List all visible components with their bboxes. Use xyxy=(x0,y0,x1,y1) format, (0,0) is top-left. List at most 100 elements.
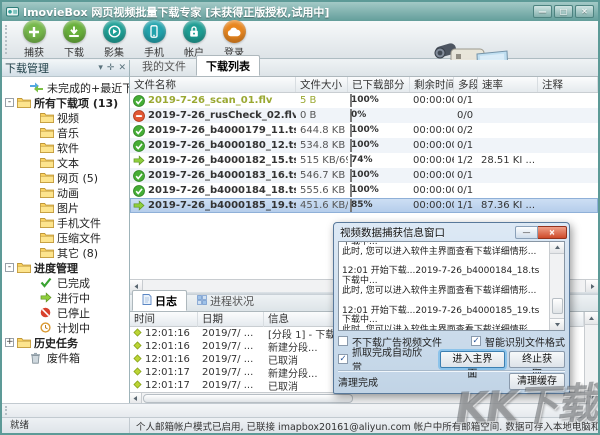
dialog-close-button[interactable]: ✕ xyxy=(538,226,567,239)
close-panel-icon[interactable]: ✕ xyxy=(118,63,126,73)
smart-format-checkbox[interactable]: ✓ xyxy=(471,336,481,346)
folder-icon xyxy=(40,142,55,153)
pin-icon[interactable]: ✛ xyxy=(107,63,115,73)
col-speed[interactable]: 速率 xyxy=(478,77,538,92)
sidebar-tree-item[interactable]: 音乐 xyxy=(2,125,129,140)
tree-expander[interactable]: - xyxy=(5,263,14,272)
tree-expander[interactable] xyxy=(28,278,37,287)
tree-expander[interactable] xyxy=(28,218,37,227)
toolbar-button[interactable]: 影集 xyxy=(94,20,134,59)
col-filename[interactable]: 文件名称 xyxy=(130,77,296,92)
sidebar-tree-item[interactable]: 文本 xyxy=(2,155,129,170)
table-row[interactable]: 2019-7-26_b4000180_12.ts 534.8 KB 100% 0… xyxy=(130,138,598,153)
table-row[interactable]: 2019-7-26_b4000183_16.ts 546.7 KB 100% 0… xyxy=(130,168,598,183)
sidebar-tree-item[interactable]: 进行中 xyxy=(2,290,129,305)
clear-cache-button[interactable]: 清理缓存 xyxy=(509,373,565,390)
log-scroll-up-icon[interactable] xyxy=(585,312,598,325)
tab[interactable]: 下载列表 xyxy=(196,55,260,76)
auto-play-checkbox[interactable]: ✓ xyxy=(338,354,348,364)
sidebar-tree-item[interactable]: 计划中 xyxy=(2,320,129,335)
dialog-minimize-button[interactable]: — xyxy=(515,226,538,239)
col-note[interactable]: 注释 xyxy=(538,77,598,92)
stop-capture-button[interactable]: 终止获取 xyxy=(509,351,565,368)
sidebar-header: 下载管理 ▾ ✛ ✕ xyxy=(2,60,129,77)
table-row[interactable]: 2019-7-26_rusCheck_02.flv 0 B 0% 0/0 xyxy=(130,108,598,123)
table-row[interactable]: 2019-7-26_scan_01.flv 5 B 100% 00:00:00 … xyxy=(130,93,598,108)
sidebar-tree-item[interactable]: 废件箱 xyxy=(2,350,129,365)
log-vertical-scrollbar[interactable] xyxy=(584,312,598,403)
tree-expander[interactable] xyxy=(28,143,37,152)
close-button[interactable]: ✕ xyxy=(575,5,594,18)
tree-expander[interactable] xyxy=(28,173,37,182)
sidebar-tree-item[interactable]: 其它 (8) xyxy=(2,245,129,260)
tree-expander[interactable] xyxy=(28,188,37,197)
tree-expander[interactable] xyxy=(28,128,37,137)
enter-main-button[interactable]: 进入主界面 xyxy=(440,351,506,368)
table-row[interactable]: 2019-7-26_b4000185_19.ts 451.6 KB/ ... 8… xyxy=(130,198,598,213)
tab[interactable]: 我的文件 xyxy=(132,55,196,76)
table-header[interactable]: 文件名称 文件大小 已下载部分 剩余时间 多段 速率 注释 xyxy=(130,77,598,93)
sidebar-tree-item[interactable]: 动画 xyxy=(2,185,129,200)
collapse-icon[interactable]: ▾ xyxy=(98,63,103,73)
log-tab[interactable]: 日志 xyxy=(132,290,187,311)
toolbar-button[interactable]: 捕获 xyxy=(14,20,54,59)
sidebar-tree-item[interactable]: 已停止 xyxy=(2,305,129,320)
dialog-log-box[interactable]: 下载中... 此时, 您可以进入软件主界面查看下载详细情形... 12:01 开… xyxy=(338,241,565,331)
dialog-scroll-down-icon[interactable] xyxy=(550,318,564,330)
col-segments[interactable]: 多段 xyxy=(454,77,478,92)
progress-bar: 100% xyxy=(350,184,352,197)
sidebar-tree-item[interactable]: 压缩文件 xyxy=(2,230,129,245)
table-row[interactable]: 2019-7-26_b4000184_18.ts 555.6 KB 100% 0… xyxy=(130,183,598,198)
table-row[interactable]: 2019-7-26_b4000182_15.ts 515 KB/69... 74… xyxy=(130,153,598,168)
log-col-time[interactable]: 时间 xyxy=(130,312,198,327)
dialog-scrollbar[interactable] xyxy=(549,242,564,330)
sidebar-tree-item[interactable]: 已完成 xyxy=(2,275,129,290)
sidebar-tree-item[interactable]: - 所有下载项 (13) xyxy=(2,95,129,110)
col-downloaded[interactable]: 已下载部分 xyxy=(348,77,410,92)
scroll-right-icon[interactable] xyxy=(585,280,598,292)
stop-icon xyxy=(40,307,55,318)
log-col-date[interactable]: 日期 xyxy=(198,312,264,327)
minimize-button[interactable]: — xyxy=(533,5,552,18)
tree-expander[interactable] xyxy=(18,353,27,362)
no-ads-checkbox[interactable] xyxy=(338,336,348,346)
tree-expander[interactable]: + xyxy=(5,338,14,347)
dialog-scroll-thumb[interactable] xyxy=(552,298,563,314)
sidebar-tree-item[interactable]: 软件 xyxy=(2,140,129,155)
maximize-button[interactable]: □ xyxy=(554,5,573,18)
toolbar-button[interactable]: 下载 xyxy=(54,20,94,59)
tree-expander[interactable] xyxy=(28,233,37,242)
progress-bar: 100% xyxy=(350,169,352,182)
sidebar-tree-item[interactable]: 未完成的+最近下载的 xyxy=(2,80,129,95)
tree-expander[interactable] xyxy=(28,308,37,317)
tree-expander[interactable] xyxy=(28,158,37,167)
tree-expander[interactable] xyxy=(28,203,37,212)
sidebar-tree-item[interactable]: - 进度管理 xyxy=(2,260,129,275)
toolbar-button[interactable]: 手机 xyxy=(134,20,174,59)
sidebar-tree-item[interactable]: 网页 (5) xyxy=(2,170,129,185)
toolbar-button[interactable]: 帐户 xyxy=(174,20,214,59)
dialog-title-bar[interactable]: 视频数据捕获信息窗口 — ✕ xyxy=(334,223,569,240)
log-scroll-down-icon[interactable] xyxy=(585,390,598,403)
log-tab[interactable]: 进程状况 xyxy=(187,290,264,311)
toolbar-button[interactable]: 登录 xyxy=(214,20,254,59)
tree-expander[interactable]: - xyxy=(5,98,14,107)
sidebar-tree-item[interactable]: + 历史任务 xyxy=(2,335,129,350)
col-filesize[interactable]: 文件大小 xyxy=(296,77,348,92)
tree-expander[interactable] xyxy=(28,293,37,302)
file-tabs: 我的文件 下载列表 xyxy=(130,60,598,77)
title-bar[interactable]: ImovieBox 网页视频批量下载专家 [未获得正版授权,试用中] — □ ✕ xyxy=(2,2,598,21)
tree-expander[interactable] xyxy=(28,113,37,122)
log-scroll-thumb[interactable] xyxy=(143,394,353,403)
phone-icon-icon xyxy=(143,20,166,43)
sidebar-tree-item[interactable]: 手机文件 xyxy=(2,215,129,230)
tree-expander[interactable] xyxy=(18,83,27,92)
tree-expander[interactable] xyxy=(28,323,37,332)
sidebar-tree-item[interactable]: 视频 xyxy=(2,110,129,125)
col-remaining[interactable]: 剩余时间 xyxy=(410,77,454,92)
sidebar: 下载管理 ▾ ✛ ✕ 未完成的+最近下载的 - xyxy=(2,60,130,403)
dialog-scroll-up-icon[interactable] xyxy=(550,242,564,254)
tree-expander[interactable] xyxy=(28,248,37,257)
table-row[interactable]: 2019-7-26_b4000179_11.ts 644.8 KB 100% 0… xyxy=(130,123,598,138)
sidebar-tree-item[interactable]: 图片 xyxy=(2,200,129,215)
